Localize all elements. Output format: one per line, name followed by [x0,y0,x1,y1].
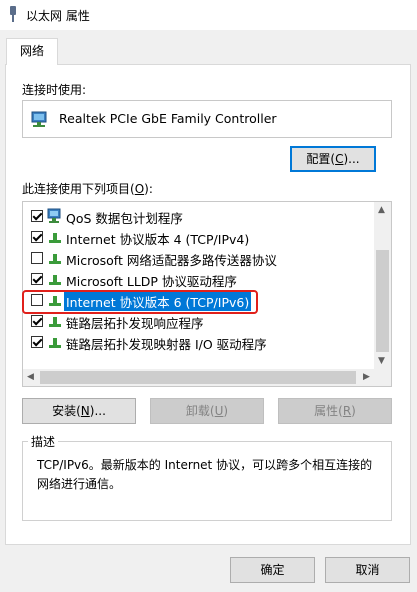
horizontal-scrollbar[interactable]: ◀ ▶ [23,369,391,386]
install-button[interactable]: 安装(N)... [22,398,136,424]
adapter-display: Realtek PCIe GbE Family Controller [22,100,392,138]
protocol-icon [49,233,61,243]
connect-using-label: 连接时使用: [22,83,87,97]
install-button-mnemonic: N [80,404,90,418]
properties-button-mnemonic: R [342,404,352,418]
description-text: TCP/IPv6。最新版本的 Internet 协议，可以跨多个相互连接的网络进… [37,458,373,491]
title-bar[interactable]: 以太网 属性 [0,0,417,30]
item-checkbox[interactable] [31,273,43,285]
scroll-down-icon[interactable]: ▼ [378,357,385,366]
protocol-icon [49,338,61,348]
list-item[interactable]: Internet 协议版本 4 (TCP/IPv4) [23,227,375,247]
list-item[interactable]: QoS 数据包计划程序 [23,206,375,226]
configure-button[interactable]: 配置(C)... [290,146,376,172]
network-adapter-icon [31,111,47,127]
install-button-label: 安装 [52,404,77,418]
item-checkbox[interactable] [31,252,43,264]
item-checkbox[interactable] [31,336,43,348]
configure-button-mnemonic: C [335,152,344,166]
properties-button-label: 属性 [314,404,339,418]
cancel-button[interactable]: 取消 [325,557,410,583]
item-label: Microsoft LLDP 协议驱动程序 [66,274,237,289]
items-label-mnemonic: O [134,182,145,196]
vertical-scrollbar[interactable]: ▲ ▼ [374,202,391,370]
items-label-text: 此连接使用下列项目 [22,182,131,196]
item-label: 链路层拓扑发现响应程序 [66,316,204,331]
scroll-left-icon[interactable]: ◀ [27,373,34,382]
vertical-scroll-thumb[interactable] [376,250,389,352]
configure-button-label: 配置 [306,152,331,166]
horizontal-scroll-thumb[interactable] [40,371,356,384]
item-checkbox[interactable] [31,315,43,327]
network-plug-icon [10,6,16,22]
qos-network-icon [47,208,61,223]
list-item[interactable]: 链路层拓扑发现映射器 I/O 驱动程序 [23,332,375,352]
properties-button[interactable]: 属性(R) [278,398,392,424]
uninstall-button[interactable]: 卸载(U) [150,398,264,424]
list-item[interactable]: 链路层拓扑发现响应程序 [23,311,375,331]
list-item[interactable]: Microsoft LLDP 协议驱动程序 [23,269,375,289]
annotation-highlight-box [22,290,258,314]
item-label: 链路层拓扑发现映射器 I/O 驱动程序 [66,337,267,352]
item-label: Microsoft 网络适配器多路传送器协议 [66,253,277,268]
description-legend: 描述 [28,433,59,450]
protocol-icon [49,275,61,285]
ok-button[interactable]: 确定 [230,557,315,583]
uninstall-button-label: 卸载 [185,404,210,418]
list-item[interactable]: Microsoft 网络适配器多路传送器协议 [23,248,375,268]
scroll-right-icon[interactable]: ▶ [363,373,370,382]
scroll-up-icon[interactable]: ▲ [378,206,385,215]
item-checkbox[interactable] [31,210,43,222]
item-label: Internet 协议版本 4 (TCP/IPv4) [66,232,250,247]
window-title: 以太网 属性 [26,9,90,23]
items-section-label: 此连接使用下列项目(O): [22,182,153,196]
adapter-name: Realtek PCIe GbE Family Controller [59,111,277,126]
item-checkbox[interactable] [31,231,43,243]
uninstall-button-mnemonic: U [214,404,224,418]
tab-network[interactable]: 网络 [6,38,58,65]
protocol-icon [49,254,61,264]
protocol-icon [49,317,61,327]
item-label: QoS 数据包计划程序 [66,211,183,226]
